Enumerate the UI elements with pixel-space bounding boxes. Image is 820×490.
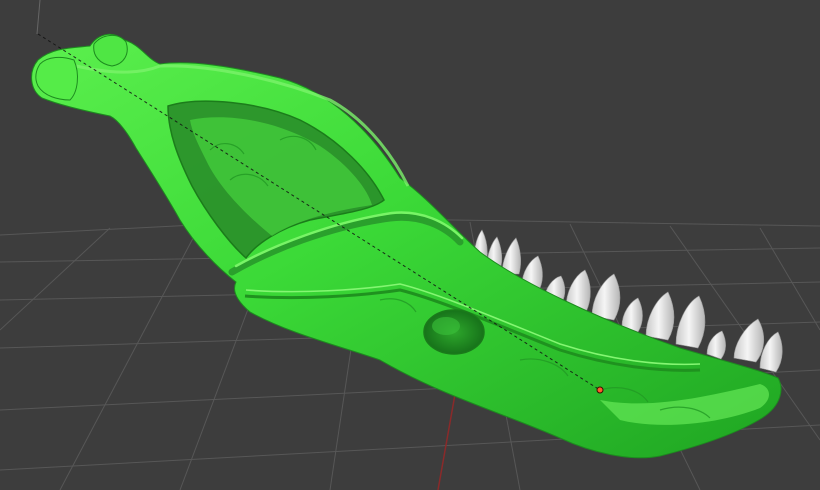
tooth-icon [675,295,706,349]
tooth-icon [645,291,675,341]
tooth-icon [733,318,765,363]
viewport-canvas[interactable] [0,0,820,490]
tooth-icon [706,330,726,360]
tooth-icon [591,273,621,321]
top-left-axis-line [36,0,41,35]
skull-jaw-model-icon[interactable] [31,33,782,459]
3d-viewport[interactable] [0,0,820,490]
measure-point-marker[interactable] [596,386,604,394]
